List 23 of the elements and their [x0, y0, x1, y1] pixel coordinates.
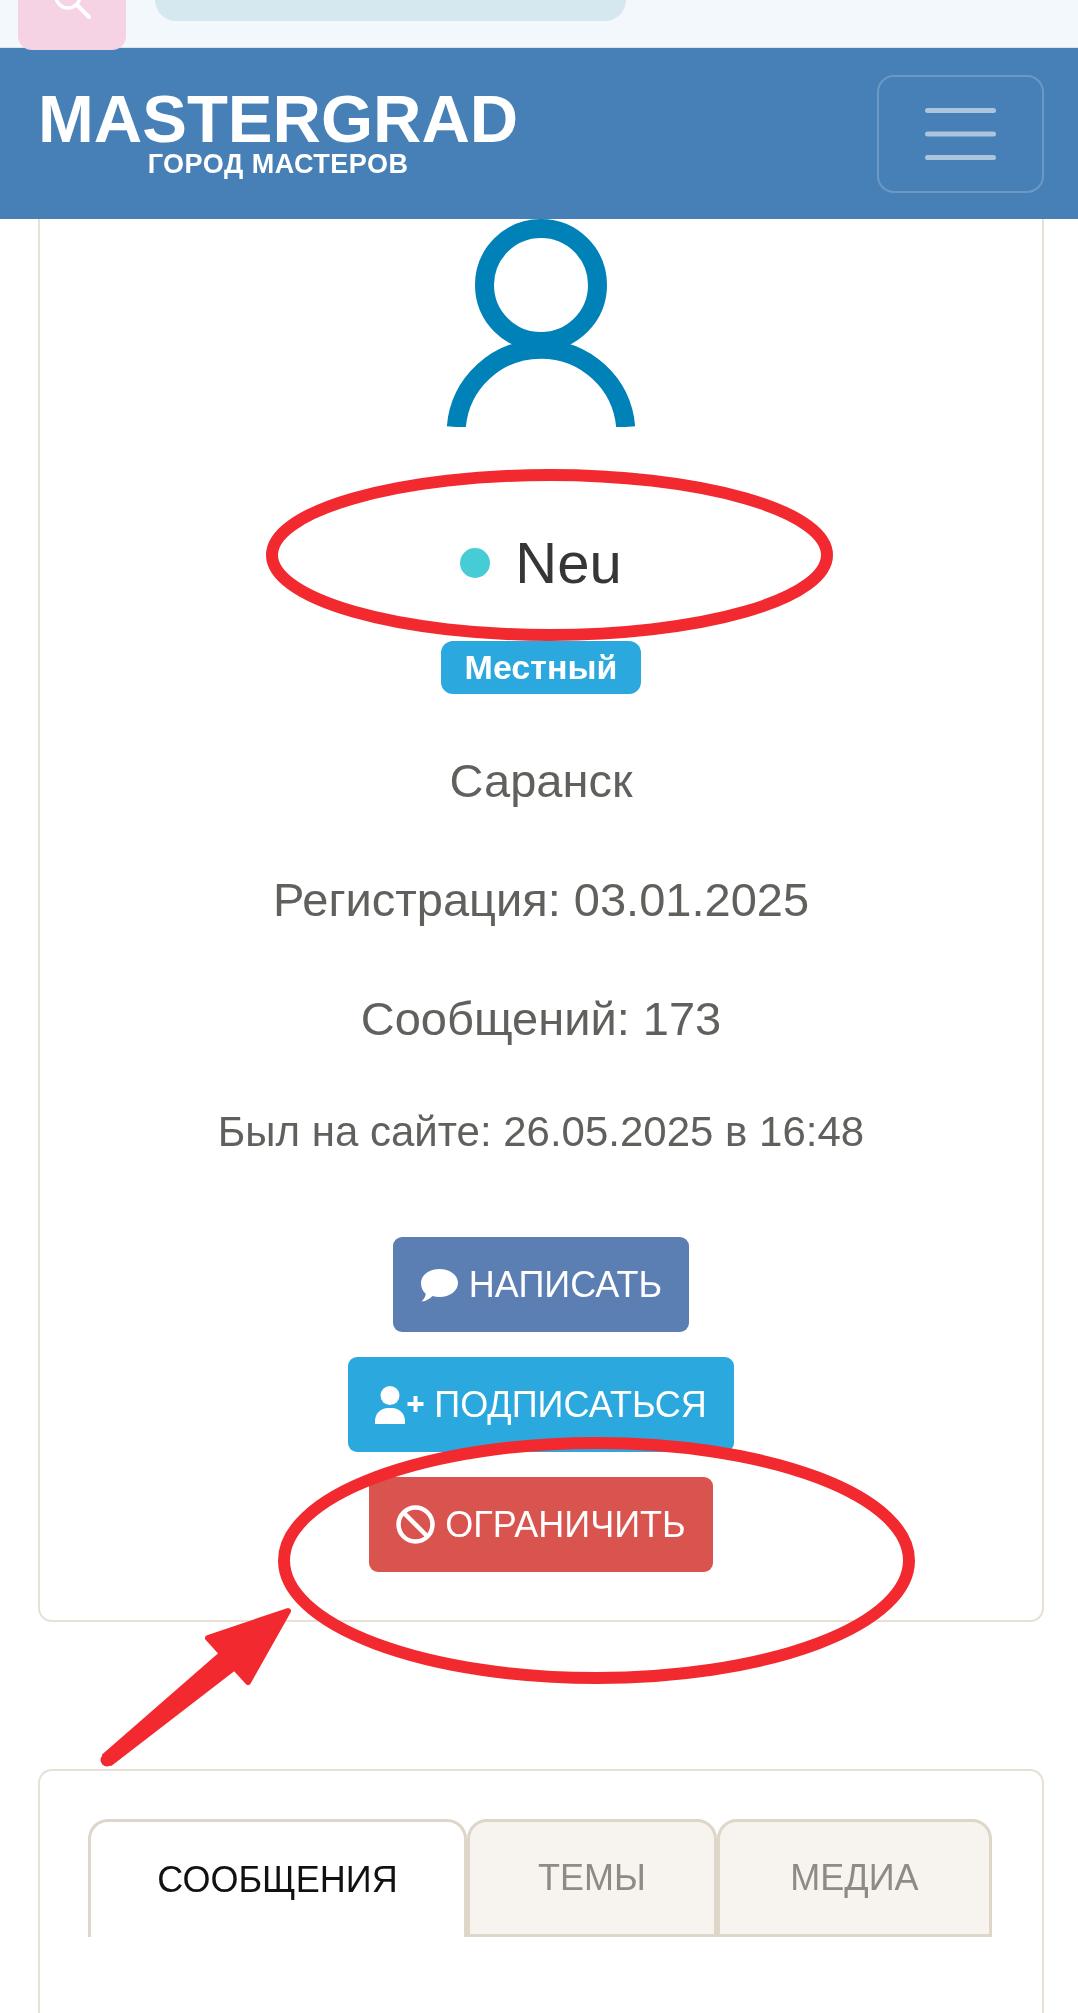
city-text: Саранск — [449, 753, 633, 809]
menu-icon — [925, 107, 996, 160]
profile-stat: Сообщений: 173 — [360, 991, 722, 1047]
ban-icon — [396, 1505, 436, 1544]
menu-button[interactable] — [877, 74, 1044, 193]
search-button[interactable] — [18, 0, 126, 50]
logo-subtitle[interactable]: ГОРОД МАСТЕРОВ — [147, 148, 409, 179]
user-name: Neu — [515, 529, 622, 597]
tab[interactable]: СООБЩЕНИЯ — [88, 1819, 467, 1937]
avatar-icon — [446, 219, 636, 427]
tab[interactable]: МЕДИА — [717, 1819, 992, 1937]
search-icon — [54, 0, 92, 19]
profile-stat: Регистрация: 03.01.2025 — [272, 872, 810, 928]
logo-title[interactable]: MASTERGRAD — [38, 88, 519, 149]
search-field[interactable] — [155, 0, 626, 21]
speech-bubble-icon — [419, 1267, 459, 1302]
tab[interactable]: ТЕМЫ — [467, 1819, 717, 1937]
restrict-button[interactable]: ОГРАНИЧИТЬ — [369, 1477, 713, 1572]
subscribe-button[interactable]: ПОДПИСАТЬСЯ — [348, 1357, 734, 1452]
role-badge: Местный — [440, 641, 642, 694]
write-message-button[interactable]: НАПИСАТЬ — [392, 1237, 690, 1332]
last-seen-text: Был на сайте: 26.05.2025 в 16:48 — [217, 1107, 865, 1157]
user-plus-icon — [375, 1385, 425, 1424]
